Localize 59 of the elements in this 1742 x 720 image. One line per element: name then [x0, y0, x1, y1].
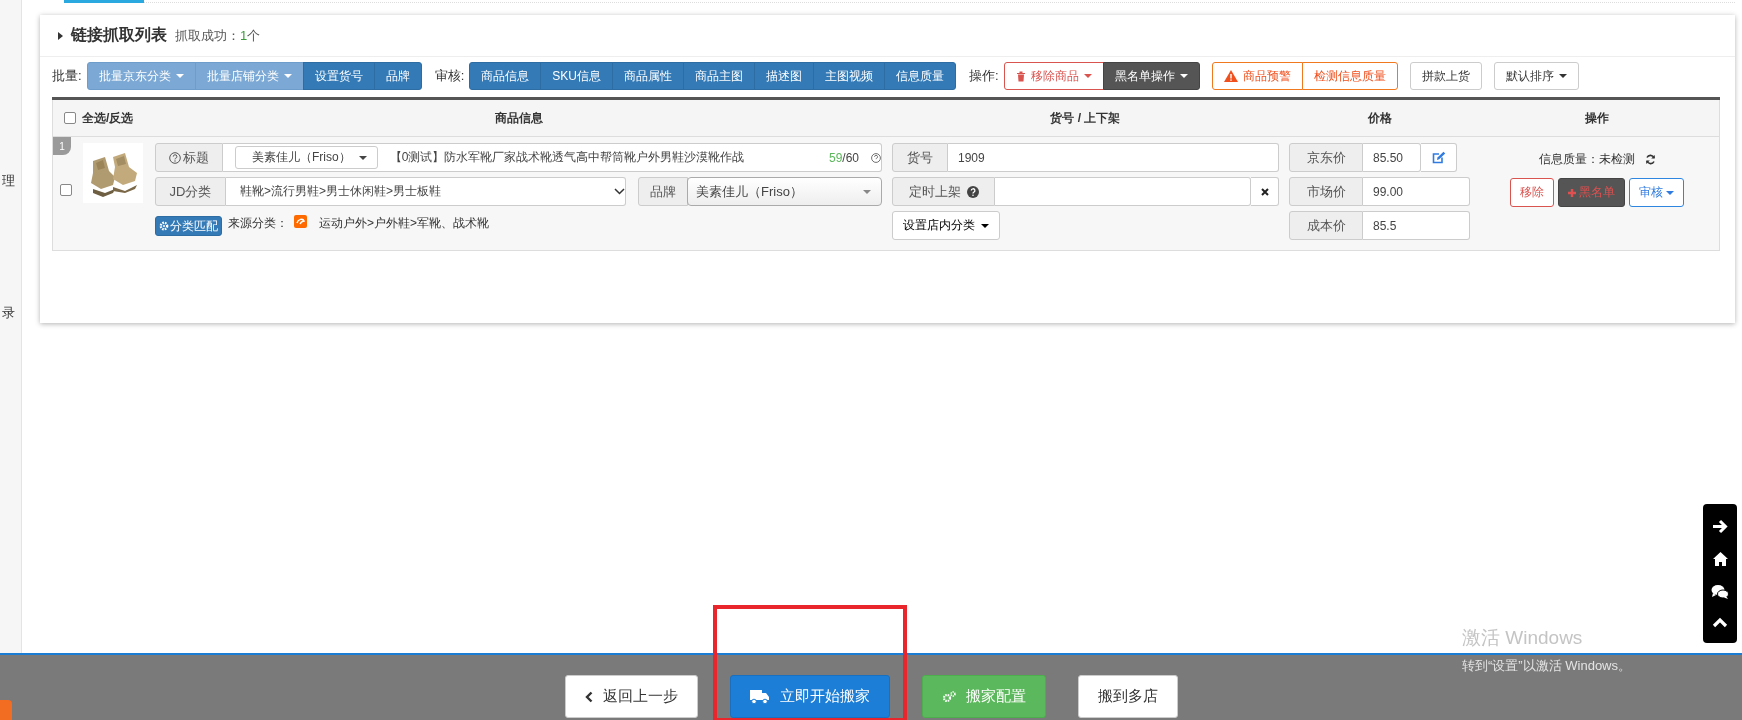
success-count: 抓取成功：1个 — [175, 26, 261, 45]
price-label: 市场价 — [1289, 177, 1363, 206]
price-label: 京东价 — [1289, 143, 1363, 172]
toolbar-button[interactable]: 品牌 — [373, 62, 422, 90]
column-header: 商品信息 — [494, 110, 543, 125]
toolbar-button[interactable]: 默认排序 — [1493, 62, 1579, 90]
source-label: 来源分类： — [228, 215, 288, 232]
toolbar-button[interactable]: 批量京东分类 — [86, 62, 196, 90]
toolbar-label: 审核: — [434, 67, 465, 85]
title-label: 标题 — [155, 143, 223, 172]
move-settings-button[interactable]: 搬家配置 — [922, 675, 1046, 718]
shop-category-button[interactable]: 设置店内分类 — [892, 211, 1000, 240]
toolbar-button[interactable]: 商品属性 — [611, 62, 684, 90]
field-label: 货号 — [892, 143, 948, 172]
toolbar-button[interactable]: 批量店铺分类 — [194, 62, 304, 90]
sidebar-item[interactable]: 录 — [0, 304, 21, 322]
toolbar-button[interactable]: 拼款上货 — [1409, 62, 1482, 90]
match-button[interactable]: 分类匹配 — [155, 216, 222, 236]
field-label: 品牌 — [638, 177, 688, 206]
review-button[interactable]: 审核 — [1629, 178, 1684, 207]
toolbar-button[interactable]: 检测信息质量 — [1301, 62, 1398, 90]
toolbar-button[interactable]: 商品信息 — [469, 62, 542, 90]
activation-hint: 转到“设置”以激活 Windows。 — [1462, 657, 1631, 675]
toolbar-button[interactable]: 商品预警 — [1211, 62, 1303, 90]
sku-field[interactable]: 1909 — [948, 143, 1279, 172]
toolbar-label: 操作: — [968, 67, 999, 85]
price-label: 成本价 — [1289, 211, 1363, 240]
toolbar-label: 批量: — [52, 67, 82, 85]
toolbar-button[interactable]: 信息质量 — [883, 62, 956, 90]
column-header: 价格 — [1367, 110, 1392, 125]
price-field[interactable]: 99.00 — [1363, 177, 1470, 206]
toolbar-button[interactable]: 主图视频 — [812, 62, 885, 90]
row-number: 1 — [53, 137, 71, 155]
price-field[interactable]: 85.50 — [1363, 143, 1421, 172]
toolbar-button[interactable]: 商品主图 — [682, 62, 755, 90]
source-category: 运动户外>户外鞋>军靴、战术靴 — [319, 215, 489, 232]
category-select[interactable]: 鞋靴>流行男鞋>男士休闲鞋>男士板鞋 — [226, 177, 626, 206]
toolbar-button[interactable]: SKU信息 — [540, 62, 613, 90]
panel-title: 链接抓取列表 — [71, 25, 167, 45]
column-header: 货号 / 上下架 — [1050, 110, 1121, 125]
price-field[interactable]: 85.5 — [1363, 211, 1470, 240]
back-button[interactable]: 返回上一步 — [565, 675, 698, 718]
field-label: JD分类 — [155, 177, 226, 206]
start-move-button[interactable]: 立即开始搬家 — [730, 675, 890, 718]
column-header: 操作 — [1585, 110, 1609, 125]
toolbar-button[interactable]: 黑名单操作 — [1102, 62, 1200, 90]
toolbar-button[interactable]: 移除商品 — [1003, 62, 1104, 90]
quality-status: 信息质量：未检测 — [1538, 151, 1635, 168]
brand-select[interactable]: 美素佳儿（Friso） — [687, 177, 882, 206]
toolbar-button[interactable]: 描述图 — [753, 62, 814, 90]
field-label: 定时上架 — [892, 177, 995, 206]
activation-title: 激活 Windows — [1462, 628, 1584, 648]
sidebar-item[interactable]: 理 — [0, 172, 21, 190]
toolbar-button[interactable]: 设置货号 — [302, 62, 375, 90]
title-field[interactable]: 美素佳儿（Friso） 【0测试】防水军靴厂家战术靴透气高中帮筒靴户外男鞋沙漠靴作战 59/60 — [223, 143, 882, 172]
select-all-label[interactable]: 全选/反选 — [82, 109, 134, 127]
remove-button[interactable]: 移除 — [1510, 178, 1554, 207]
multi-shop-button[interactable]: 搬到多店 — [1078, 675, 1178, 718]
shop-dropdown[interactable]: 美素佳儿（Friso） — [235, 146, 378, 169]
